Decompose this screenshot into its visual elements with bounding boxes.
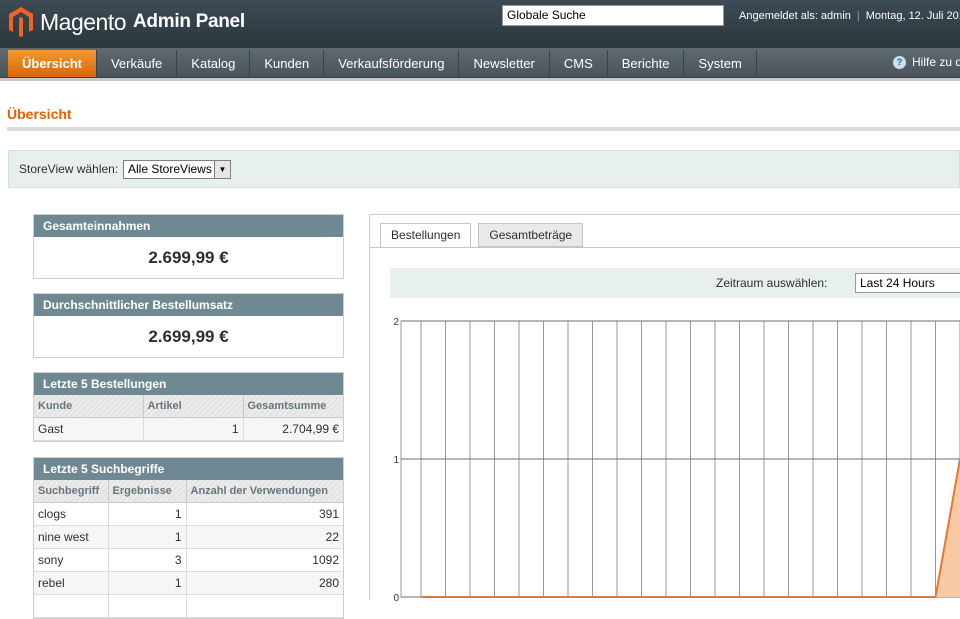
column-header-artikel[interactable]: Artikel xyxy=(143,395,244,418)
divider: | xyxy=(856,10,860,22)
column-header-gesamtsumme[interactable]: Gesamtsumme xyxy=(243,395,343,418)
nav-item-system[interactable]: System xyxy=(684,50,757,77)
table-row[interactable]: Gast 1 2.704,99 € xyxy=(34,417,343,441)
last-orders-title: Letzte 5 Bestellungen xyxy=(34,373,343,395)
y-tick-label: 2 xyxy=(393,317,399,328)
nav-item-verkaufsfoerderung[interactable]: Verkaufsförderung xyxy=(324,50,460,77)
average-order-value: 2.699,99 € xyxy=(34,316,343,357)
storeview-select[interactable]: Alle StoreViews ▼ xyxy=(123,160,231,179)
nav-item-cms[interactable]: CMS xyxy=(550,50,608,77)
orders-chart: 012 xyxy=(393,317,960,601)
chevron-down-icon: ▼ xyxy=(214,161,230,178)
revenue-value: 2.699,99 € xyxy=(34,237,343,278)
storeview-label: StoreView wählen: xyxy=(19,162,119,176)
current-date: Montag, 12. Juli 2010 xyxy=(865,10,960,22)
help-icon: ? xyxy=(893,55,906,69)
help-label: Hilfe zu d xyxy=(912,55,960,69)
table-row[interactable]: clogs 1 391 xyxy=(34,502,343,526)
table-row[interactable] xyxy=(34,594,343,618)
table-row[interactable]: rebel 1 280 xyxy=(34,571,343,595)
last-searches-title: Letzte 5 Suchbegriffe xyxy=(34,458,343,480)
search-uses: 1092 xyxy=(186,548,343,572)
nav-item-kunden[interactable]: Kunden xyxy=(250,50,325,77)
chart-tabs: Bestellungen Gesamtbeträge xyxy=(380,223,590,248)
search-term: rebel xyxy=(34,571,109,595)
logo-subtitle: Admin Panel xyxy=(133,11,245,32)
tab-bestellungen[interactable]: Bestellungen xyxy=(380,223,472,248)
magento-logo-icon xyxy=(9,7,33,37)
average-order-box: Durchschnittlicher Bestellumsatz 2.699,9… xyxy=(33,293,344,358)
order-items: 1 xyxy=(143,417,244,441)
tab-gesamtbetraege[interactable]: Gesamtbeträge xyxy=(478,223,584,247)
search-uses: 280 xyxy=(186,571,343,595)
search-results: 3 xyxy=(108,548,187,572)
table-row[interactable]: sony 3 1092 xyxy=(34,548,343,572)
storeview-bar: StoreView wählen: Alle StoreViews ▼ xyxy=(8,150,960,188)
help-link[interactable]: ? Hilfe zu d xyxy=(893,55,960,69)
nav-item-verkaeufe[interactable]: Verkäufe xyxy=(97,50,178,77)
last-orders-table: Kunde Artikel Gesamtsumme Gast 1 2.704,9… xyxy=(34,395,343,441)
main-nav: Übersicht Verkäufe Katalog Kunden Verkau… xyxy=(0,48,960,78)
storeview-value: Alle StoreViews xyxy=(128,162,212,176)
title-divider xyxy=(7,127,960,131)
search-term: sony xyxy=(34,548,109,572)
search-term: clogs xyxy=(34,502,109,526)
revenue-box: Gesamteinnahmen 2.699,99 € xyxy=(33,214,344,279)
search-results: 1 xyxy=(108,502,187,526)
search-results: 1 xyxy=(108,525,187,549)
nav-item-newsletter[interactable]: Newsletter xyxy=(459,50,550,77)
last-orders-box: Letzte 5 Bestellungen Kunde Artikel Gesa… xyxy=(33,372,344,442)
range-label: Zeitraum auswählen: xyxy=(716,276,828,290)
order-total: 2.704,99 € xyxy=(243,417,343,441)
search-results: 1 xyxy=(108,571,187,595)
user-info: Angemeldet als: admin | Montag, 12. Juli 2… xyxy=(739,10,960,22)
column-header-suchbegriff[interactable]: Suchbegriff xyxy=(34,480,109,503)
page-title: Übersicht xyxy=(7,106,72,122)
header-bar: Magento Admin Panel Globale Suche Angeme… xyxy=(0,0,960,48)
search-term: nine west xyxy=(34,525,109,549)
nav-item-berichte[interactable]: Berichte xyxy=(608,50,685,77)
range-value: Last 24 Hours xyxy=(860,276,935,290)
revenue-title: Gesamteinnahmen xyxy=(34,215,343,237)
magento-logo[interactable]: Magento Admin Panel xyxy=(8,5,245,39)
search-uses: 391 xyxy=(186,502,343,526)
last-searches-box: Letzte 5 Suchbegriffe Suchbegriff Ergebn… xyxy=(33,457,344,619)
chart-panel: Bestellungen Gesamtbeträge Zeitraum ausw… xyxy=(369,214,960,601)
table-row[interactable]: nine west 1 22 xyxy=(34,525,343,549)
search-uses: 22 xyxy=(186,525,343,549)
range-select[interactable]: Last 24 Hours ▼ xyxy=(855,273,960,293)
column-header-ergebnisse[interactable]: Ergebnisse xyxy=(108,480,187,503)
column-header-anzahl[interactable]: Anzahl der Verwendungen xyxy=(186,480,343,503)
nav-shadow xyxy=(0,78,960,81)
range-bar: Zeitraum auswählen: Last 24 Hours ▼ xyxy=(390,268,960,298)
logged-in-label: Angemeldet als: admin xyxy=(739,10,851,22)
y-tick-label: 1 xyxy=(393,455,399,466)
last-searches-table: Suchbegriff Ergebnisse Anzahl der Verwen… xyxy=(34,480,343,618)
logo-text: Magento xyxy=(40,8,127,35)
empty-cell xyxy=(34,594,109,618)
tabs-divider xyxy=(370,247,960,248)
order-customer: Gast xyxy=(34,417,144,441)
global-search-input[interactable]: Globale Suche xyxy=(502,5,724,26)
average-order-title: Durchschnittlicher Bestellumsatz xyxy=(34,294,343,316)
column-header-kunde[interactable]: Kunde xyxy=(34,395,144,418)
nav-item-katalog[interactable]: Katalog xyxy=(177,50,251,77)
empty-cell xyxy=(186,594,343,618)
nav-item-uebersicht[interactable]: Übersicht xyxy=(8,50,97,77)
empty-cell xyxy=(108,594,187,618)
